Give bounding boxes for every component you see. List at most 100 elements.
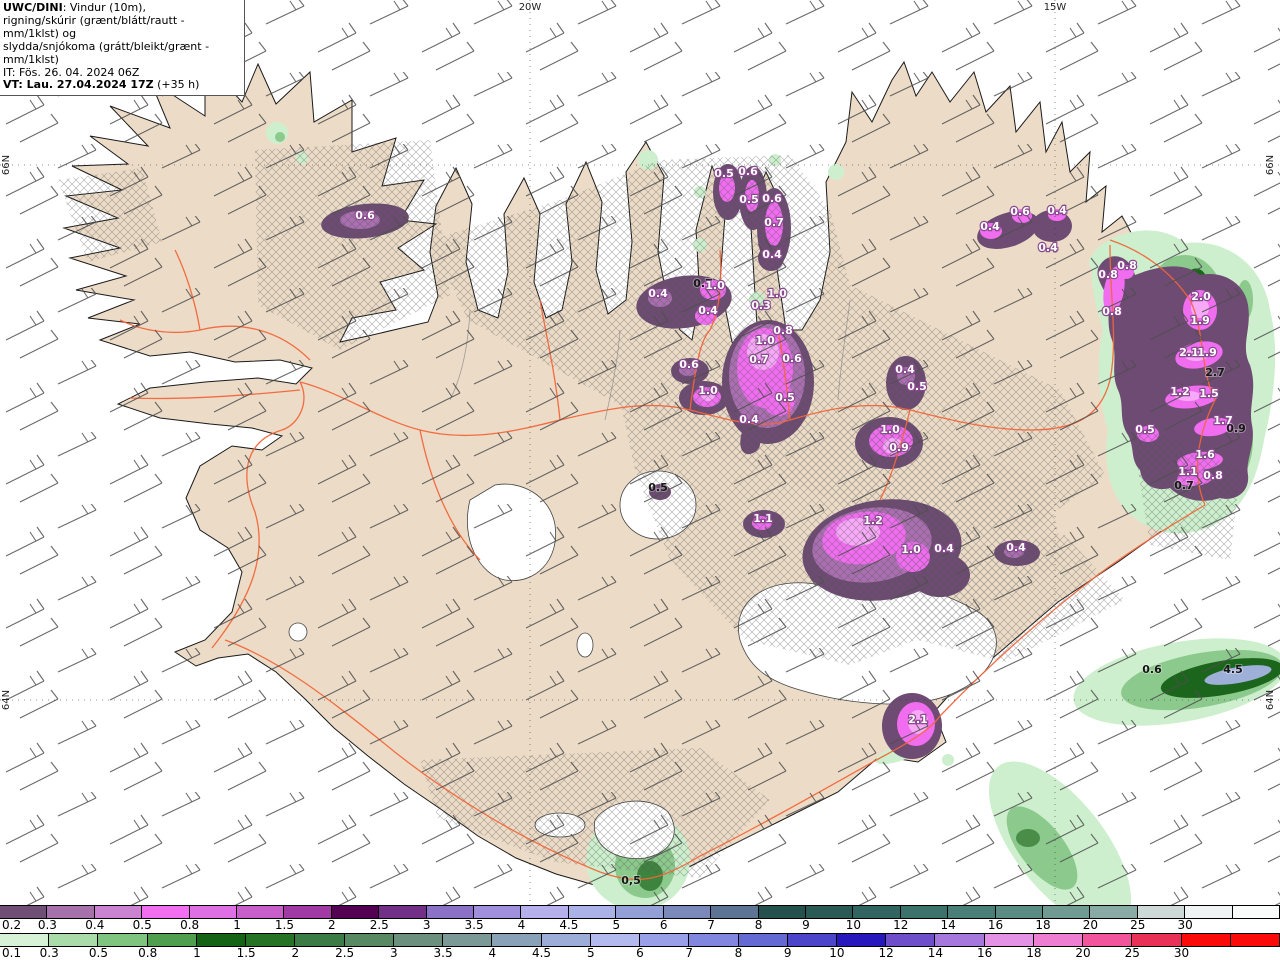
- colorbar-segment: [344, 933, 394, 946]
- colorbar-segment: [142, 906, 190, 918]
- colorbar-segment: [237, 906, 285, 918]
- weather-map: 20W 15W66N 66N64N 64N 0.60.5 0.60.5 0.60.70.4…: [0, 0, 1280, 905]
- precip-value-label: 0,5: [621, 874, 641, 887]
- colorbar-segment: [616, 906, 664, 918]
- colorbar-tick-label: 5: [586, 945, 595, 960]
- colorbar-tick-label: 1.5: [274, 918, 294, 932]
- precip-value-label: 0.4: [739, 413, 759, 426]
- precip-value-label: 2.1: [1179, 346, 1199, 359]
- colorbar-segment: [787, 933, 837, 946]
- precip-value-label: 0.6: [762, 192, 782, 205]
- precip-value-label: 0.4: [934, 542, 954, 555]
- colorbar-segment: [1132, 933, 1182, 946]
- colorbar-tick-label: 0.4: [85, 918, 105, 932]
- colorbar-tick-label: 18: [1026, 945, 1042, 960]
- colorbar-segment: [379, 906, 427, 918]
- colorbar-tick-label: 8: [754, 918, 763, 932]
- precip-value-label: 2.0: [1191, 290, 1211, 303]
- precip-value-label: 0.6: [782, 352, 802, 365]
- precip-value-label: 0.4: [1047, 204, 1067, 217]
- colorbar-segment: [886, 933, 936, 946]
- precip-value-label: 0.5: [775, 391, 795, 404]
- colorbar-tick-label: 14: [940, 918, 956, 932]
- colorbar-segment: [541, 933, 591, 946]
- precip-value-label: 0.4: [980, 220, 1000, 233]
- colorbar-segment: [984, 933, 1034, 946]
- sleet-snow-colorbar-swatches: [0, 905, 1280, 919]
- colorbar-tick-label: 0.1: [2, 945, 22, 960]
- colorbar-segment: [1232, 906, 1280, 918]
- precip-value-label: 0.5: [1135, 423, 1155, 436]
- colorbar-tick-label: 20: [1075, 945, 1091, 960]
- colorbar-segment: [393, 933, 444, 946]
- rain-colorbar-swatches: [0, 932, 1280, 947]
- colorbar-segment: [853, 906, 901, 918]
- colorbar-tick-label: 0.5: [132, 918, 152, 932]
- colorbar-segment: [663, 906, 712, 918]
- precip-value-label: 0.7: [749, 353, 769, 366]
- colorbar-segment: [246, 933, 296, 946]
- precip-value-label: 0.8: [1203, 469, 1223, 482]
- colorbar-tick-label: 16: [987, 918, 1004, 932]
- precip-value-label: 0.6: [738, 165, 758, 178]
- colorbar-tick-label: 0.8: [180, 918, 200, 932]
- precip-value-label: 0.8: [1102, 305, 1122, 318]
- meridian-label: 15W: [1044, 2, 1067, 13]
- colorbar-tick-label: 25: [1124, 945, 1140, 960]
- colorbar-tick-label: 0.5: [88, 945, 108, 960]
- colorbar-segment: [474, 906, 522, 918]
- colorbar-segment: [805, 906, 854, 918]
- valid-time-line: VT: Lau. 27.04.2024 17Z (+35 h): [3, 78, 200, 92]
- colorbar-segment: [521, 906, 569, 918]
- colorbar-segment: [98, 933, 148, 946]
- precip-value-label: 0.8: [773, 324, 793, 337]
- precip-value-label: 0.8: [1098, 268, 1118, 281]
- colorbar-tick-label: 2.5: [335, 945, 355, 960]
- precip-value-label: 0.5: [907, 380, 927, 393]
- precip-value-label: 0.4: [1038, 241, 1058, 254]
- colorbar-segment: [49, 933, 99, 946]
- colorbar-tick-label: 3: [422, 918, 431, 932]
- rain-colorbar: 0.1 0.3 0.5 0.8 1 1.5 2 2.5 3 3.5 4 4.5 5 6 7 8 9 10 12 14 1…: [0, 932, 1280, 960]
- precip-value-label: 1.0: [755, 334, 775, 347]
- precip-value-label: 1.9: [1190, 314, 1210, 327]
- colorbar-segment: [995, 906, 1043, 918]
- precip-value-label: 2.1: [908, 713, 928, 726]
- colorbar-tick-label: 3: [390, 945, 398, 960]
- colorbar-tick-label: 25: [1130, 918, 1146, 932]
- precip-value-label: 0.6: [679, 358, 699, 371]
- precip-value-label: 1.0: [880, 423, 900, 436]
- colorbar-tick-label: 20: [1082, 918, 1098, 932]
- colorbar-segment: [295, 933, 345, 946]
- colorbar-tick-label: 2: [328, 918, 336, 932]
- colorbar-tick-label: 0.3: [39, 945, 59, 960]
- precip-value-label: 1.6: [1195, 448, 1215, 461]
- colorbar-tick-label: 0.2: [2, 918, 22, 932]
- colorbar-tick-label: 16: [976, 945, 993, 960]
- sleet-snow-colorbar: 0.2 0.3 0.4 0.5 0.8 1 1.5 2 2.5 3 3.5 4 4.5 5 6 7 8 9 10 12…: [0, 905, 1280, 933]
- colorbar-segment: [94, 906, 143, 918]
- precip-value-label: 1.5: [1199, 387, 1219, 400]
- colorbar-tick-label: 1: [193, 945, 201, 960]
- colorbar-tick-label: 3.5: [464, 918, 484, 932]
- colorbar-segment: [836, 933, 887, 946]
- precip-value-label: 4.5: [1223, 663, 1243, 676]
- precip-value-label: 0.3: [751, 299, 771, 312]
- product-line: UWC/DINI: Vindur (10m),: [3, 1, 146, 14]
- colorbar-tick-label: 1.5: [236, 945, 256, 960]
- precip-value-label: 2.7: [1205, 366, 1225, 379]
- colorbar-tick-label: 9: [783, 945, 792, 960]
- precip-value-label: 1.0: [698, 384, 718, 397]
- colorbar-tick-label: 6: [659, 918, 668, 932]
- sleet-snow-colorbar-ticks: 0.2 0.3 0.4 0.5 0.8 1 1.5 2 2.5 3 3.5 4 4.5 5 6 7 8 9 10 12…: [0, 919, 1280, 933]
- title-box: UWC/DINI: Vindur (10m), rigning/skúrir (…: [0, 0, 245, 97]
- colorbar-tick-label: 10: [845, 918, 861, 932]
- colorbar-segment: [689, 933, 739, 946]
- colorbar-tick-label: 1: [233, 918, 241, 932]
- sleet-legend-line: slydda/snjókoma (grátt/bleikt/grænt - mm…: [3, 39, 210, 66]
- precip-value-label: 0.5: [714, 167, 734, 180]
- precip-value-label: 0.6: [355, 209, 375, 222]
- colorbar-segment: [948, 906, 996, 918]
- colorbar-tick-label: 7: [707, 918, 715, 932]
- colorbar-tick-label: 3.5: [433, 945, 453, 960]
